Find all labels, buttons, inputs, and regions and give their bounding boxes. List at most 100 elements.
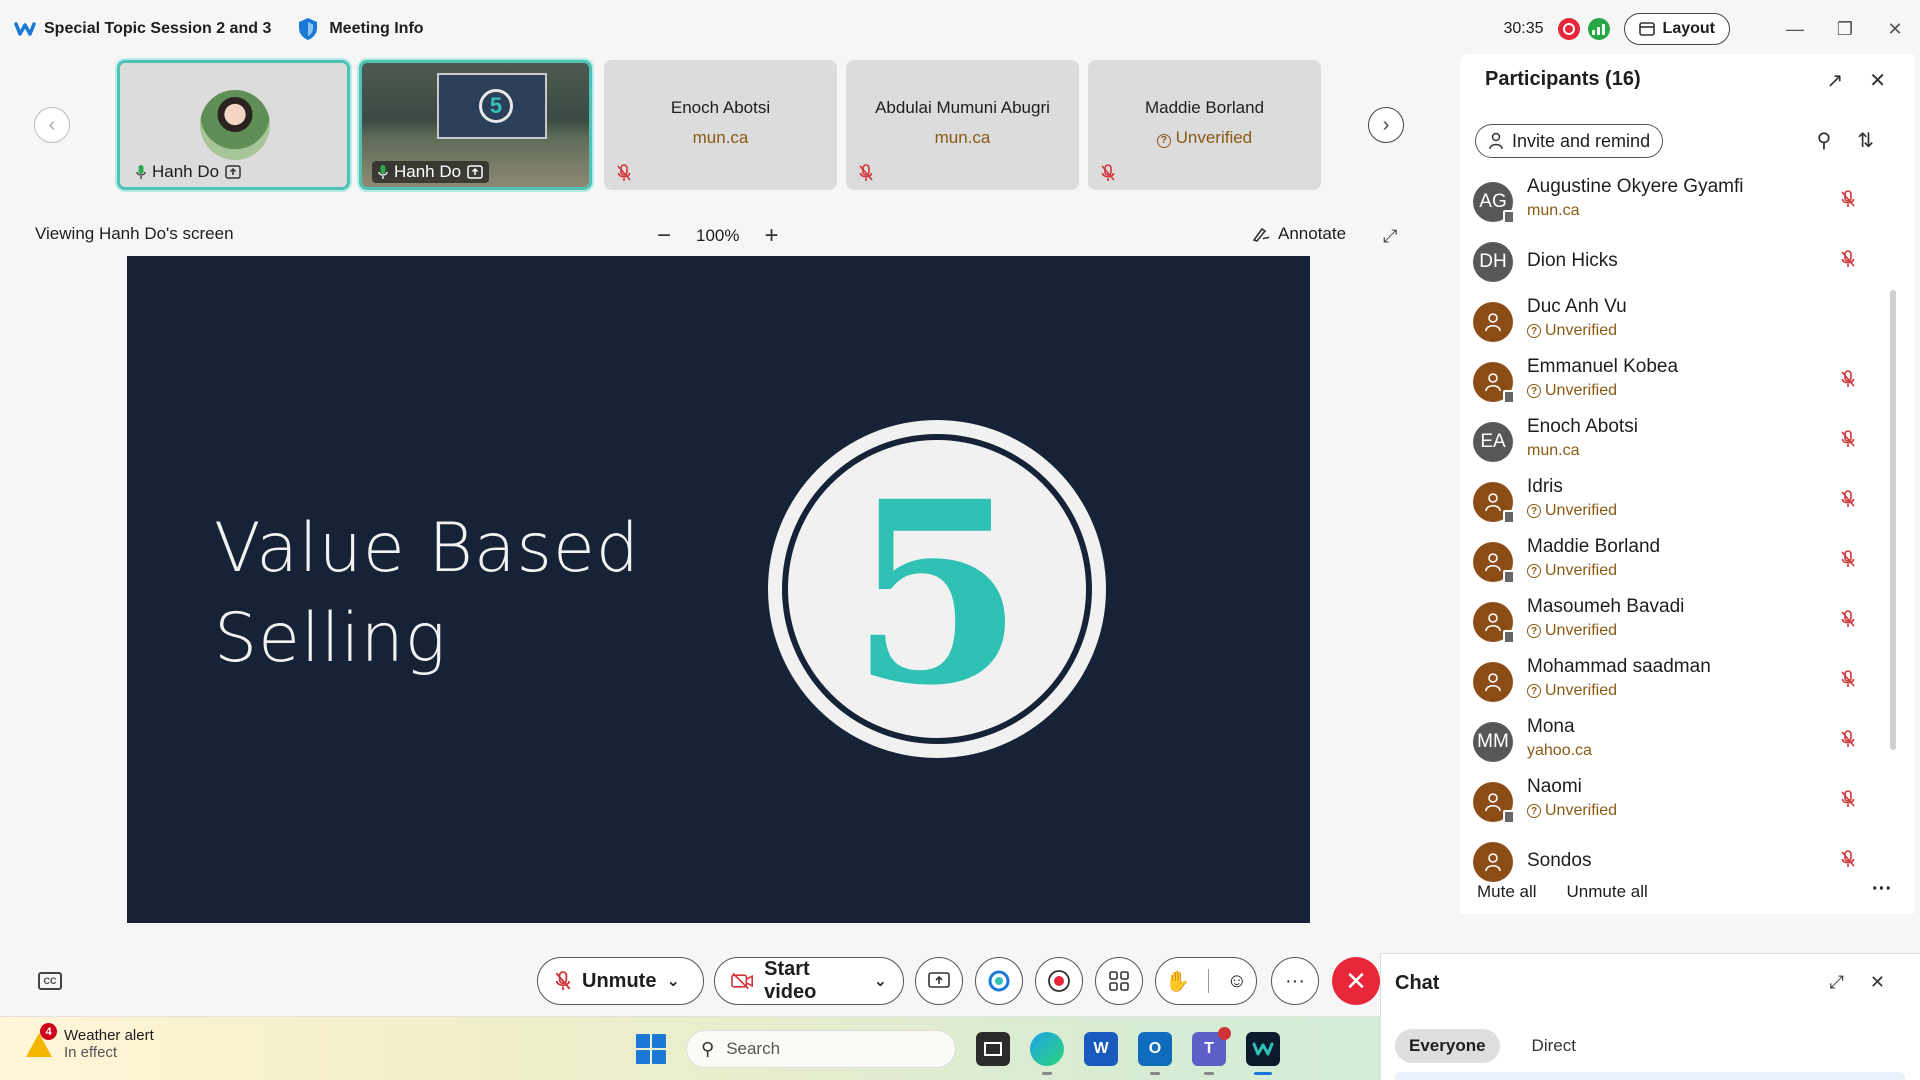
chevron-down-icon[interactable]: ⌄ — [874, 971, 887, 991]
strip-prev-button[interactable]: ‹ — [34, 107, 70, 143]
meeting-info-label: Meeting Info — [329, 20, 424, 37]
participant-row[interactable]: Masoumeh Bavadi? Unverified — [1460, 594, 1890, 654]
participant-row[interactable]: Duc Anh Vu? Unverified — [1460, 294, 1890, 354]
task-view-icon[interactable] — [976, 1032, 1010, 1066]
record-button[interactable] — [1035, 957, 1083, 1005]
participant-avatar: DH — [1473, 242, 1513, 282]
start-video-button[interactable]: Start video ⌄ — [714, 957, 904, 1005]
more-options-button[interactable]: ··· — [1271, 957, 1319, 1005]
participant-row[interactable]: Naomi? Unverified — [1460, 774, 1890, 834]
participant-mic-status[interactable] — [1840, 370, 1856, 393]
share-tile-hanh-do[interactable]: 5 Hanh Do — [359, 60, 592, 190]
participant-avatar — [1473, 842, 1513, 882]
chevron-down-icon[interactable]: ⌄ — [666, 971, 679, 991]
participant-row[interactable]: EA Enoch Abotsi mun.ca — [1460, 414, 1890, 474]
video-tile-hanh-do[interactable]: Hanh Do — [117, 60, 350, 190]
closed-captions-button[interactable]: CC — [38, 972, 62, 990]
meeting-title: Special Topic Session 2 and 3 — [44, 20, 272, 37]
participant-mic-status[interactable] — [1840, 490, 1856, 513]
unmute-button[interactable]: Unmute ⌄ — [537, 957, 704, 1005]
share-button[interactable] — [915, 957, 963, 1005]
participant-subtitle: ? Unverified — [1527, 502, 1617, 520]
avatar-initials: DH — [1479, 251, 1507, 272]
pop-out-icon[interactable]: ↗ — [1826, 68, 1843, 93]
participant-row[interactable]: Mohammad saadman? Unverified — [1460, 654, 1890, 714]
search-icon[interactable]: ⚲ — [1817, 128, 1832, 153]
chat-message-area[interactable] — [1395, 1072, 1905, 1080]
participant-mic-status[interactable] — [1840, 850, 1856, 873]
participant-row[interactable]: MM Mona yahoo.ca — [1460, 714, 1890, 774]
raise-hand-icon[interactable]: ✋ — [1165, 969, 1190, 994]
webex-app-icon[interactable] — [1246, 1032, 1280, 1075]
mic-muted-icon — [555, 971, 571, 990]
chat-expand-icon[interactable]: ⤢ — [1830, 972, 1844, 993]
slide-title-line1: Value Based — [214, 509, 640, 588]
close-window-button[interactable]: ✕ — [1870, 0, 1920, 58]
mic-muted-icon — [1841, 790, 1855, 807]
unmute-all-button[interactable]: Unmute all — [1567, 882, 1648, 902]
zoom-controls: − 100% + — [652, 222, 783, 250]
participant-row[interactable]: Emmanuel Kobea? Unverified — [1460, 354, 1890, 414]
chat-tab-direct[interactable]: Direct — [1518, 1029, 1590, 1063]
participant-mic-status[interactable] — [1840, 190, 1856, 213]
participant-row[interactable]: Maddie Borland? Unverified — [1460, 534, 1890, 594]
layout-label: Layout — [1662, 20, 1715, 37]
participant-row[interactable]: Idris? Unverified — [1460, 474, 1890, 534]
video-tile-maddie-borland[interactable]: Maddie Borland ? Unverified — [1088, 60, 1321, 190]
edge-browser-icon[interactable] — [1030, 1032, 1064, 1075]
zoom-out-button[interactable]: − — [652, 222, 676, 250]
teams-icon[interactable]: T — [1192, 1027, 1231, 1075]
meeting-info-button[interactable]: Meeting Info — [297, 17, 424, 41]
guest-user-icon — [1485, 373, 1501, 392]
apps-button[interactable] — [1095, 957, 1143, 1005]
participant-subtitle: ? Unverified — [1527, 562, 1617, 580]
layout-button[interactable]: Layout — [1623, 13, 1730, 45]
title-bar: Special Topic Session 2 and 3 Meeting In… — [0, 0, 1920, 58]
fullscreen-button[interactable]: ⤢ — [1383, 226, 1397, 247]
annotate-button[interactable]: Annotate — [1252, 224, 1346, 244]
participant-mic-status[interactable] — [1840, 550, 1856, 573]
participant-mic-status[interactable] — [1840, 250, 1856, 273]
weather-badge: 4 — [40, 1023, 57, 1040]
participant-avatar: AG — [1473, 182, 1515, 224]
outlook-icon[interactable]: O — [1138, 1032, 1172, 1075]
chat-tab-everyone[interactable]: Everyone — [1395, 1029, 1500, 1063]
video-tile-abdulai-mumuni-abugri[interactable]: Abdulai Mumuni Abugri mun.ca — [846, 60, 1079, 190]
leave-meeting-button[interactable]: ✕ — [1332, 957, 1380, 1005]
tile-label: Hanh Do — [372, 161, 490, 183]
badge-ring: 5 — [782, 434, 1092, 744]
participants-scrollbar[interactable] — [1890, 290, 1896, 750]
windows-start-icon[interactable] — [636, 1034, 666, 1064]
participant-mic-status[interactable] — [1840, 430, 1856, 453]
network-health-icon[interactable] — [1587, 18, 1610, 40]
recording-icon[interactable] — [1557, 18, 1580, 40]
participant-mic-status[interactable] — [1840, 610, 1856, 633]
tile-name: Abdulai Mumuni Abugri — [875, 98, 1050, 117]
panel-more-options-icon[interactable]: ··· — [1872, 878, 1892, 901]
strip-next-button[interactable]: › — [1368, 107, 1404, 143]
mute-all-button[interactable]: Mute all — [1477, 882, 1537, 902]
close-panel-icon[interactable]: ✕ — [1869, 68, 1886, 93]
sort-icon[interactable]: ⇅ — [1857, 128, 1874, 153]
device-icon — [1503, 570, 1515, 584]
word-icon[interactable]: W — [1084, 1032, 1118, 1066]
participant-mic-status[interactable] — [1840, 790, 1856, 813]
close-icon: ✕ — [1887, 18, 1903, 39]
weather-widget[interactable]: 4 Weather alert In effect — [26, 1023, 154, 1061]
video-tile-enoch-abotsi[interactable]: Enoch Abotsi mun.ca — [604, 60, 837, 190]
participant-mic-status[interactable] — [1840, 730, 1856, 753]
emoji-reaction-icon[interactable]: ☺ — [1227, 970, 1247, 993]
invite-and-remind-button[interactable]: Invite and remind — [1475, 124, 1664, 158]
participant-mic-status[interactable] — [1840, 670, 1856, 693]
ai-assistant-button[interactable] — [975, 957, 1023, 1005]
chat-close-icon[interactable]: ✕ — [1870, 972, 1885, 993]
participant-row[interactable]: AG Augustine Okyere Gyamfi mun.ca — [1460, 174, 1890, 234]
taskbar-search[interactable]: ⚲ Search — [686, 1030, 956, 1068]
share-icon — [928, 972, 950, 988]
participant-subtitle: yahoo.ca — [1527, 742, 1592, 760]
zoom-in-button[interactable]: + — [759, 222, 783, 250]
restore-button[interactable]: ❐ — [1820, 0, 1870, 58]
participant-row[interactable]: DH Dion Hicks — [1460, 234, 1890, 294]
participant-subtitle-text: mun.ca — [1527, 202, 1580, 219]
minimize-button[interactable]: — — [1770, 0, 1820, 58]
